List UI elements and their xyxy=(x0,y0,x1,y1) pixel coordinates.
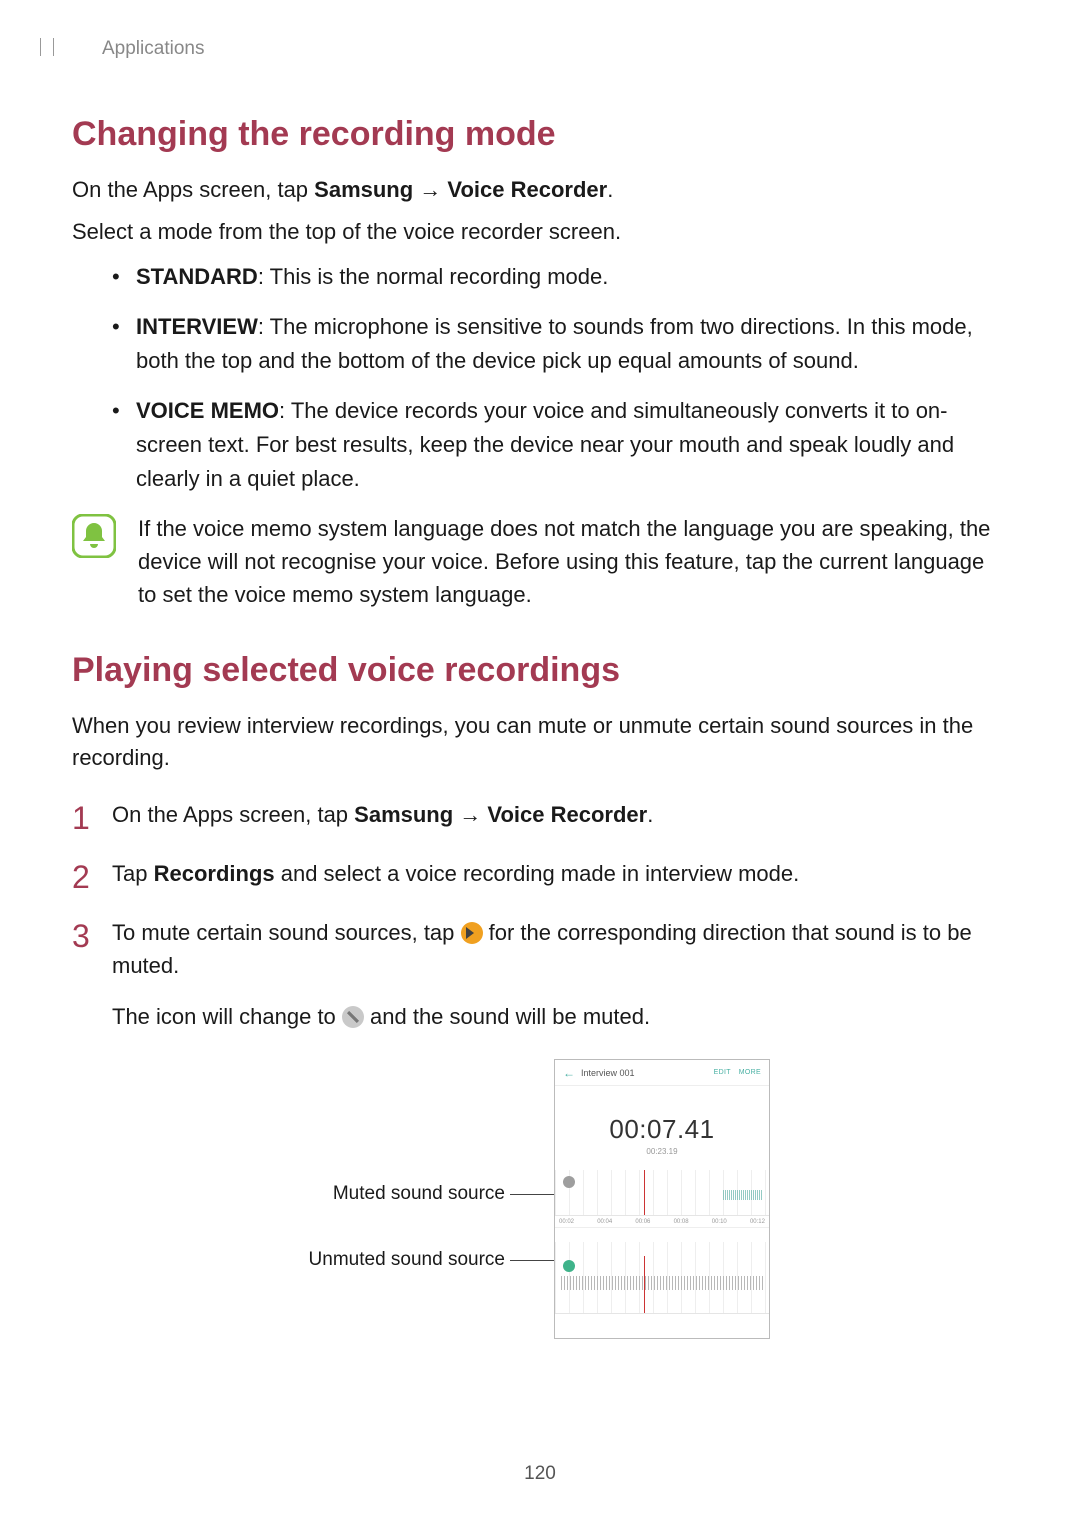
mode-desc: : This is the normal recording mode. xyxy=(258,264,609,289)
tick: 00:02 xyxy=(559,1219,574,1225)
tick: 00:04 xyxy=(597,1219,612,1225)
list-item: INTERVIEW: The microphone is sensitive t… xyxy=(112,310,1008,378)
text: On the Apps screen, tap xyxy=(112,802,354,827)
bold-samsung: Samsung xyxy=(314,177,413,202)
mode-desc: : The microphone is sensitive to sounds … xyxy=(136,314,973,373)
text: Tap xyxy=(112,861,154,886)
track-top xyxy=(555,1170,769,1216)
section-title-changing-mode: Changing the recording mode xyxy=(72,115,1008,154)
text: The icon will change to xyxy=(112,1004,342,1029)
playhead xyxy=(644,1256,645,1313)
page-number: 120 xyxy=(0,1463,1080,1485)
edit-button[interactable]: EDIT xyxy=(714,1069,731,1076)
intro-line-2: Select a mode from the top of the voice … xyxy=(72,216,1008,248)
tick: 00:06 xyxy=(635,1219,650,1225)
section-title-playing: Playing selected voice recordings xyxy=(72,651,1008,690)
muted-source-icon[interactable] xyxy=(563,1176,575,1188)
tick: 00:10 xyxy=(712,1219,727,1225)
waveform xyxy=(723,1190,763,1200)
step-3: To mute certain sound sources, tap for t… xyxy=(72,916,1008,1033)
text: On the Apps screen, tap xyxy=(72,177,314,202)
step-2: Tap Recordings and select a voice record… xyxy=(72,857,1008,890)
phone-header: ← Interview 001 EDIT MORE xyxy=(555,1060,769,1086)
track-bottom xyxy=(555,1242,769,1314)
speaker-muted-icon xyxy=(342,1006,364,1028)
text: and the sound will be muted. xyxy=(364,1004,650,1029)
note-block: If the voice memo system language does n… xyxy=(72,512,1008,611)
tick: 00:08 xyxy=(674,1219,689,1225)
bold-voice-recorder: Voice Recorder xyxy=(487,802,647,827)
unmuted-source-icon[interactable] xyxy=(563,1260,575,1272)
playing-intro: When you review interview recordings, yo… xyxy=(72,710,1008,774)
note-text: If the voice memo system language does n… xyxy=(138,512,1008,611)
step-3-sub: The icon will change to and the sound wi… xyxy=(112,1000,1008,1033)
bold-voice-recorder: Voice Recorder xyxy=(447,177,607,202)
mode-label: INTERVIEW xyxy=(136,314,258,339)
time-current: 00:07.41 xyxy=(555,1114,769,1145)
time-axis: 00:02 00:04 00:06 00:08 00:10 00:12 xyxy=(555,1216,769,1228)
text: and select a voice recording made in int… xyxy=(275,861,800,886)
callout-muted: Muted sound source xyxy=(280,1183,505,1205)
playhead xyxy=(644,1170,645,1215)
steps-list: On the Apps screen, tap Samsung → Voice … xyxy=(72,798,1008,1033)
bold-recordings: Recordings xyxy=(154,861,275,886)
phone-mockup: Muted sound source Unmuted sound source … xyxy=(310,1059,770,1359)
more-button[interactable]: MORE xyxy=(739,1069,761,1076)
phone-screen: ← Interview 001 EDIT MORE 00:07.41 00:23… xyxy=(554,1059,770,1339)
time-total: 00:23.19 xyxy=(555,1147,769,1156)
breadcrumb: Applications xyxy=(102,38,1008,60)
bold-samsung: Samsung xyxy=(354,802,453,827)
period: . xyxy=(607,177,613,202)
text: To mute certain sound sources, tap xyxy=(112,920,461,945)
intro-line-1: On the Apps screen, tap Samsung → Voice … xyxy=(72,174,1008,206)
mode-label: VOICE MEMO xyxy=(136,398,279,423)
list-item: VOICE MEMO: The device records your voic… xyxy=(112,394,1008,496)
callout-unmuted: Unmuted sound source xyxy=(280,1249,505,1271)
back-arrow-icon[interactable]: ← xyxy=(563,1066,575,1080)
mode-list: STANDARD: This is the normal recording m… xyxy=(112,260,1008,497)
waveform xyxy=(561,1276,763,1290)
arrow: → xyxy=(453,802,487,827)
mode-label: STANDARD xyxy=(136,264,258,289)
speaker-on-icon xyxy=(461,922,483,944)
elapsed-time: 00:07.41 00:23.19 xyxy=(555,1114,769,1156)
header-divider xyxy=(40,38,54,56)
step-1: On the Apps screen, tap Samsung → Voice … xyxy=(72,798,1008,831)
arrow: → xyxy=(413,177,447,202)
period: . xyxy=(647,802,653,827)
bell-icon xyxy=(72,514,116,558)
tick: 00:12 xyxy=(750,1219,765,1225)
recording-title: Interview 001 xyxy=(581,1068,706,1078)
list-item: STANDARD: This is the normal recording m… xyxy=(112,260,1008,294)
